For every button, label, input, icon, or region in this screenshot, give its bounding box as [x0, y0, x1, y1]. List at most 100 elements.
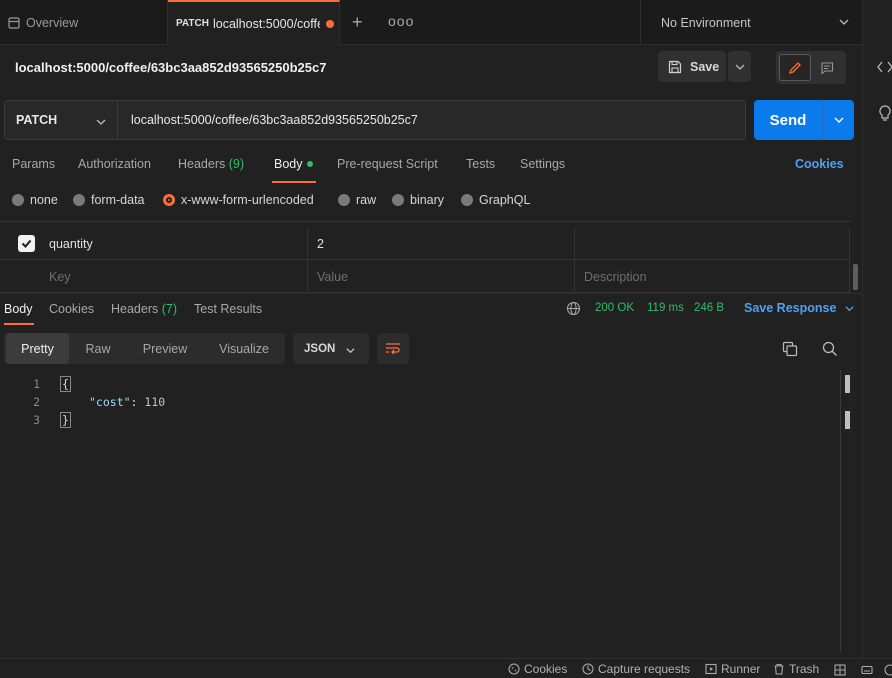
runner-icon — [705, 663, 717, 675]
method-value: PATCH — [16, 113, 58, 127]
radio-graphql[interactable]: GraphQL — [461, 193, 530, 207]
tab-settings[interactable]: Settings — [520, 157, 565, 171]
view-raw-button[interactable]: Raw — [72, 333, 124, 364]
radio-form-data[interactable]: form-data — [73, 193, 145, 207]
row-checkbox[interactable] — [18, 235, 35, 252]
radio-raw[interactable]: raw — [338, 193, 376, 207]
code-line-2: "cost": 110 — [89, 395, 165, 409]
keyboard-icon[interactable] — [861, 664, 873, 676]
tab-body[interactable]: Body — [274, 157, 313, 171]
footer-cookies[interactable]: Cookies — [508, 662, 567, 676]
tab-overview[interactable]: Overview — [0, 0, 168, 45]
footer-runner-label: Runner — [721, 662, 761, 676]
save-response-button[interactable]: Save Response — [744, 301, 855, 315]
new-key-input[interactable]: Key — [40, 260, 308, 293]
line-number: 2 — [33, 395, 40, 409]
response-tab-body[interactable]: Body — [4, 302, 33, 316]
unsaved-dot-icon — [325, 19, 334, 28]
footer-cookies-label: Cookies — [524, 662, 568, 676]
code-icon[interactable] — [877, 60, 892, 74]
lightbulb-icon[interactable] — [878, 105, 892, 123]
row-key[interactable]: quantity — [40, 227, 308, 260]
layout-icon[interactable] — [834, 664, 846, 676]
environment-label: No Environment — [661, 15, 751, 30]
table-row-new: Key Value Description — [0, 260, 851, 293]
response-time[interactable]: 119 ms — [647, 302, 684, 314]
open-brace: { — [60, 376, 71, 392]
radio-binary[interactable]: binary — [392, 193, 444, 207]
tab-authorization[interactable]: Authorization — [78, 157, 151, 171]
tab-headers-label: Headers — [178, 157, 226, 171]
new-value-input[interactable]: Value — [308, 260, 575, 293]
radio-form-data-label: form-data — [91, 193, 145, 207]
response-headers-count: (7) — [161, 302, 178, 316]
response-divider[interactable] — [0, 293, 862, 294]
help-icon[interactable] — [884, 664, 892, 676]
chevron-down-icon — [735, 64, 744, 70]
body-indicator-dot — [306, 160, 313, 167]
wrap-lines-button[interactable] — [377, 333, 409, 364]
save-button[interactable]: Save — [658, 51, 726, 82]
method-select[interactable]: PATCH — [4, 100, 118, 140]
response-headers-label: Headers — [111, 302, 159, 316]
capture-icon — [582, 663, 594, 675]
new-tab-button[interactable]: + — [352, 13, 363, 31]
radio-none[interactable]: none — [12, 193, 58, 207]
globe-icon[interactable] — [566, 301, 581, 316]
response-status[interactable]: 200 OK — [595, 302, 634, 314]
tab-body-label: Body — [274, 157, 303, 171]
radio-dot — [461, 194, 473, 206]
search-icon[interactable] — [822, 341, 838, 357]
table-scrollbar[interactable] — [853, 264, 858, 290]
overview-icon — [8, 16, 20, 29]
row-value[interactable]: 2 — [308, 227, 575, 260]
tab-request-active[interactable]: PATCH localhost:5000/coffee — [168, 0, 340, 45]
new-description-input[interactable]: Description — [575, 260, 850, 293]
radio-dot — [73, 194, 85, 206]
key-placeholder: Key — [49, 269, 71, 284]
send-options-button[interactable] — [822, 100, 854, 140]
save-label: Save — [690, 59, 720, 74]
code-line-3: } — [60, 412, 71, 428]
radio-binary-label: binary — [410, 193, 445, 207]
footer-trash[interactable]: Trash — [773, 662, 819, 676]
documentation-button[interactable] — [812, 54, 842, 81]
save-icon — [668, 60, 682, 73]
radio-dot — [392, 194, 404, 206]
save-options-button[interactable] — [728, 51, 751, 82]
response-tab-test-results[interactable]: Test Results — [194, 302, 262, 316]
format-select[interactable]: JSON — [293, 333, 369, 364]
radio-dot — [12, 194, 24, 206]
line-number: 3 — [33, 413, 40, 427]
send-button[interactable]: Send — [754, 100, 822, 140]
row-checkbox-cell — [0, 227, 40, 260]
response-tab-cookies[interactable]: Cookies — [49, 302, 94, 316]
view-visualize-button[interactable]: Visualize — [206, 333, 282, 364]
tab-tests[interactable]: Tests — [466, 157, 495, 171]
tab-prerequest-script[interactable]: Pre-request Script — [337, 157, 438, 171]
chevron-down-icon — [834, 117, 843, 123]
radio-urlencoded[interactable]: x-www-form-urlencoded — [163, 193, 314, 207]
footer-capture[interactable]: Capture requests — [582, 662, 690, 676]
json-colon: : — [130, 395, 138, 409]
radio-dot-selected — [163, 194, 175, 206]
footer-runner[interactable]: Runner — [705, 662, 760, 676]
cookies-link[interactable]: Cookies — [795, 157, 844, 171]
view-pretty-button[interactable]: Pretty — [6, 333, 69, 364]
url-input[interactable]: localhost:5000/coffee/63bc3aa852d9356525… — [118, 100, 746, 140]
response-size[interactable]: 246 B — [694, 302, 724, 314]
more-tabs-button[interactable]: ooo — [388, 13, 414, 29]
row-description[interactable] — [575, 227, 850, 260]
checkmark-icon — [21, 239, 32, 248]
tab-headers[interactable]: Headers (9) — [178, 157, 244, 171]
close-brace: } — [60, 412, 71, 428]
save-response-label: Save Response — [744, 301, 837, 315]
cookie-icon — [508, 663, 520, 675]
tab-params[interactable]: Params — [12, 157, 55, 171]
edit-mode-button[interactable] — [779, 54, 811, 81]
view-preview-button[interactable]: Preview — [132, 333, 198, 364]
radio-raw-label: raw — [356, 193, 377, 207]
response-tab-headers[interactable]: Headers (7) — [111, 302, 177, 316]
environment-selector[interactable]: No Environment — [640, 0, 862, 45]
copy-icon[interactable] — [782, 341, 798, 357]
